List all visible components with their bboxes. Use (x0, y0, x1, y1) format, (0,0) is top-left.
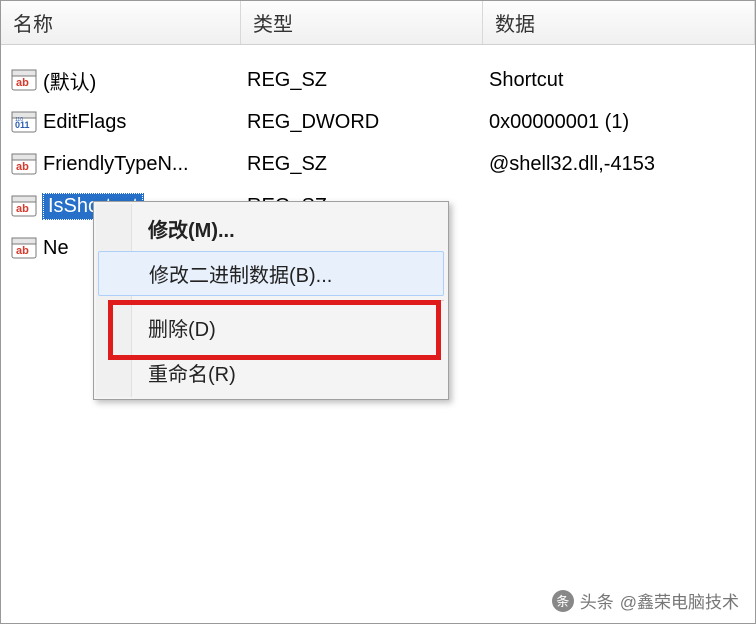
table-row[interactable]: EditFlags REG_DWORD 0x00000001 (1) (1, 101, 755, 143)
watermark-handle: @鑫荣电脑技术 (620, 588, 739, 613)
reg-sz-icon (11, 151, 37, 177)
reg-sz-icon (11, 193, 37, 219)
value-name: FriendlyTypeN... (43, 153, 189, 176)
header-type[interactable]: 类型 (241, 1, 483, 44)
reg-sz-icon (11, 67, 37, 93)
context-menu: 修改(M)... 修改二进制数据(B)... 删除(D) 重命名(R) (93, 201, 449, 400)
table-row[interactable]: FriendlyTypeN... REG_SZ @shell32.dll,-41… (1, 143, 755, 185)
watermark-icon: 条 (552, 590, 574, 612)
menu-item-delete[interactable]: 删除(D) (96, 305, 446, 350)
reg-sz-icon (11, 235, 37, 261)
table-row[interactable]: (默认) REG_SZ Shortcut (1, 59, 755, 101)
reg-dword-icon (11, 109, 37, 135)
value-name: Ne (43, 237, 69, 260)
menu-item-modify-binary[interactable]: 修改二进制数据(B)... (98, 251, 444, 296)
value-type: REG_SZ (241, 69, 483, 92)
menu-separator (136, 300, 444, 301)
value-type: REG_DWORD (241, 111, 483, 134)
watermark: 条 头条 @鑫荣电脑技术 (552, 588, 739, 613)
value-data: Shortcut (483, 69, 755, 92)
value-data: 0x00000001 (1) (483, 111, 755, 134)
menu-item-rename[interactable]: 重命名(R) (96, 350, 446, 395)
value-type: REG_SZ (241, 153, 483, 176)
value-name: EditFlags (43, 111, 126, 134)
header-data[interactable]: 数据 (483, 1, 755, 44)
value-name: (默认) (43, 66, 96, 95)
watermark-prefix: 头条 (580, 588, 614, 613)
header-name[interactable]: 名称 (1, 1, 241, 44)
menu-item-modify[interactable]: 修改(M)... (96, 206, 446, 251)
value-data: @shell32.dll,-4153 (483, 153, 755, 176)
column-headers[interactable]: 名称 类型 数据 (1, 1, 755, 45)
